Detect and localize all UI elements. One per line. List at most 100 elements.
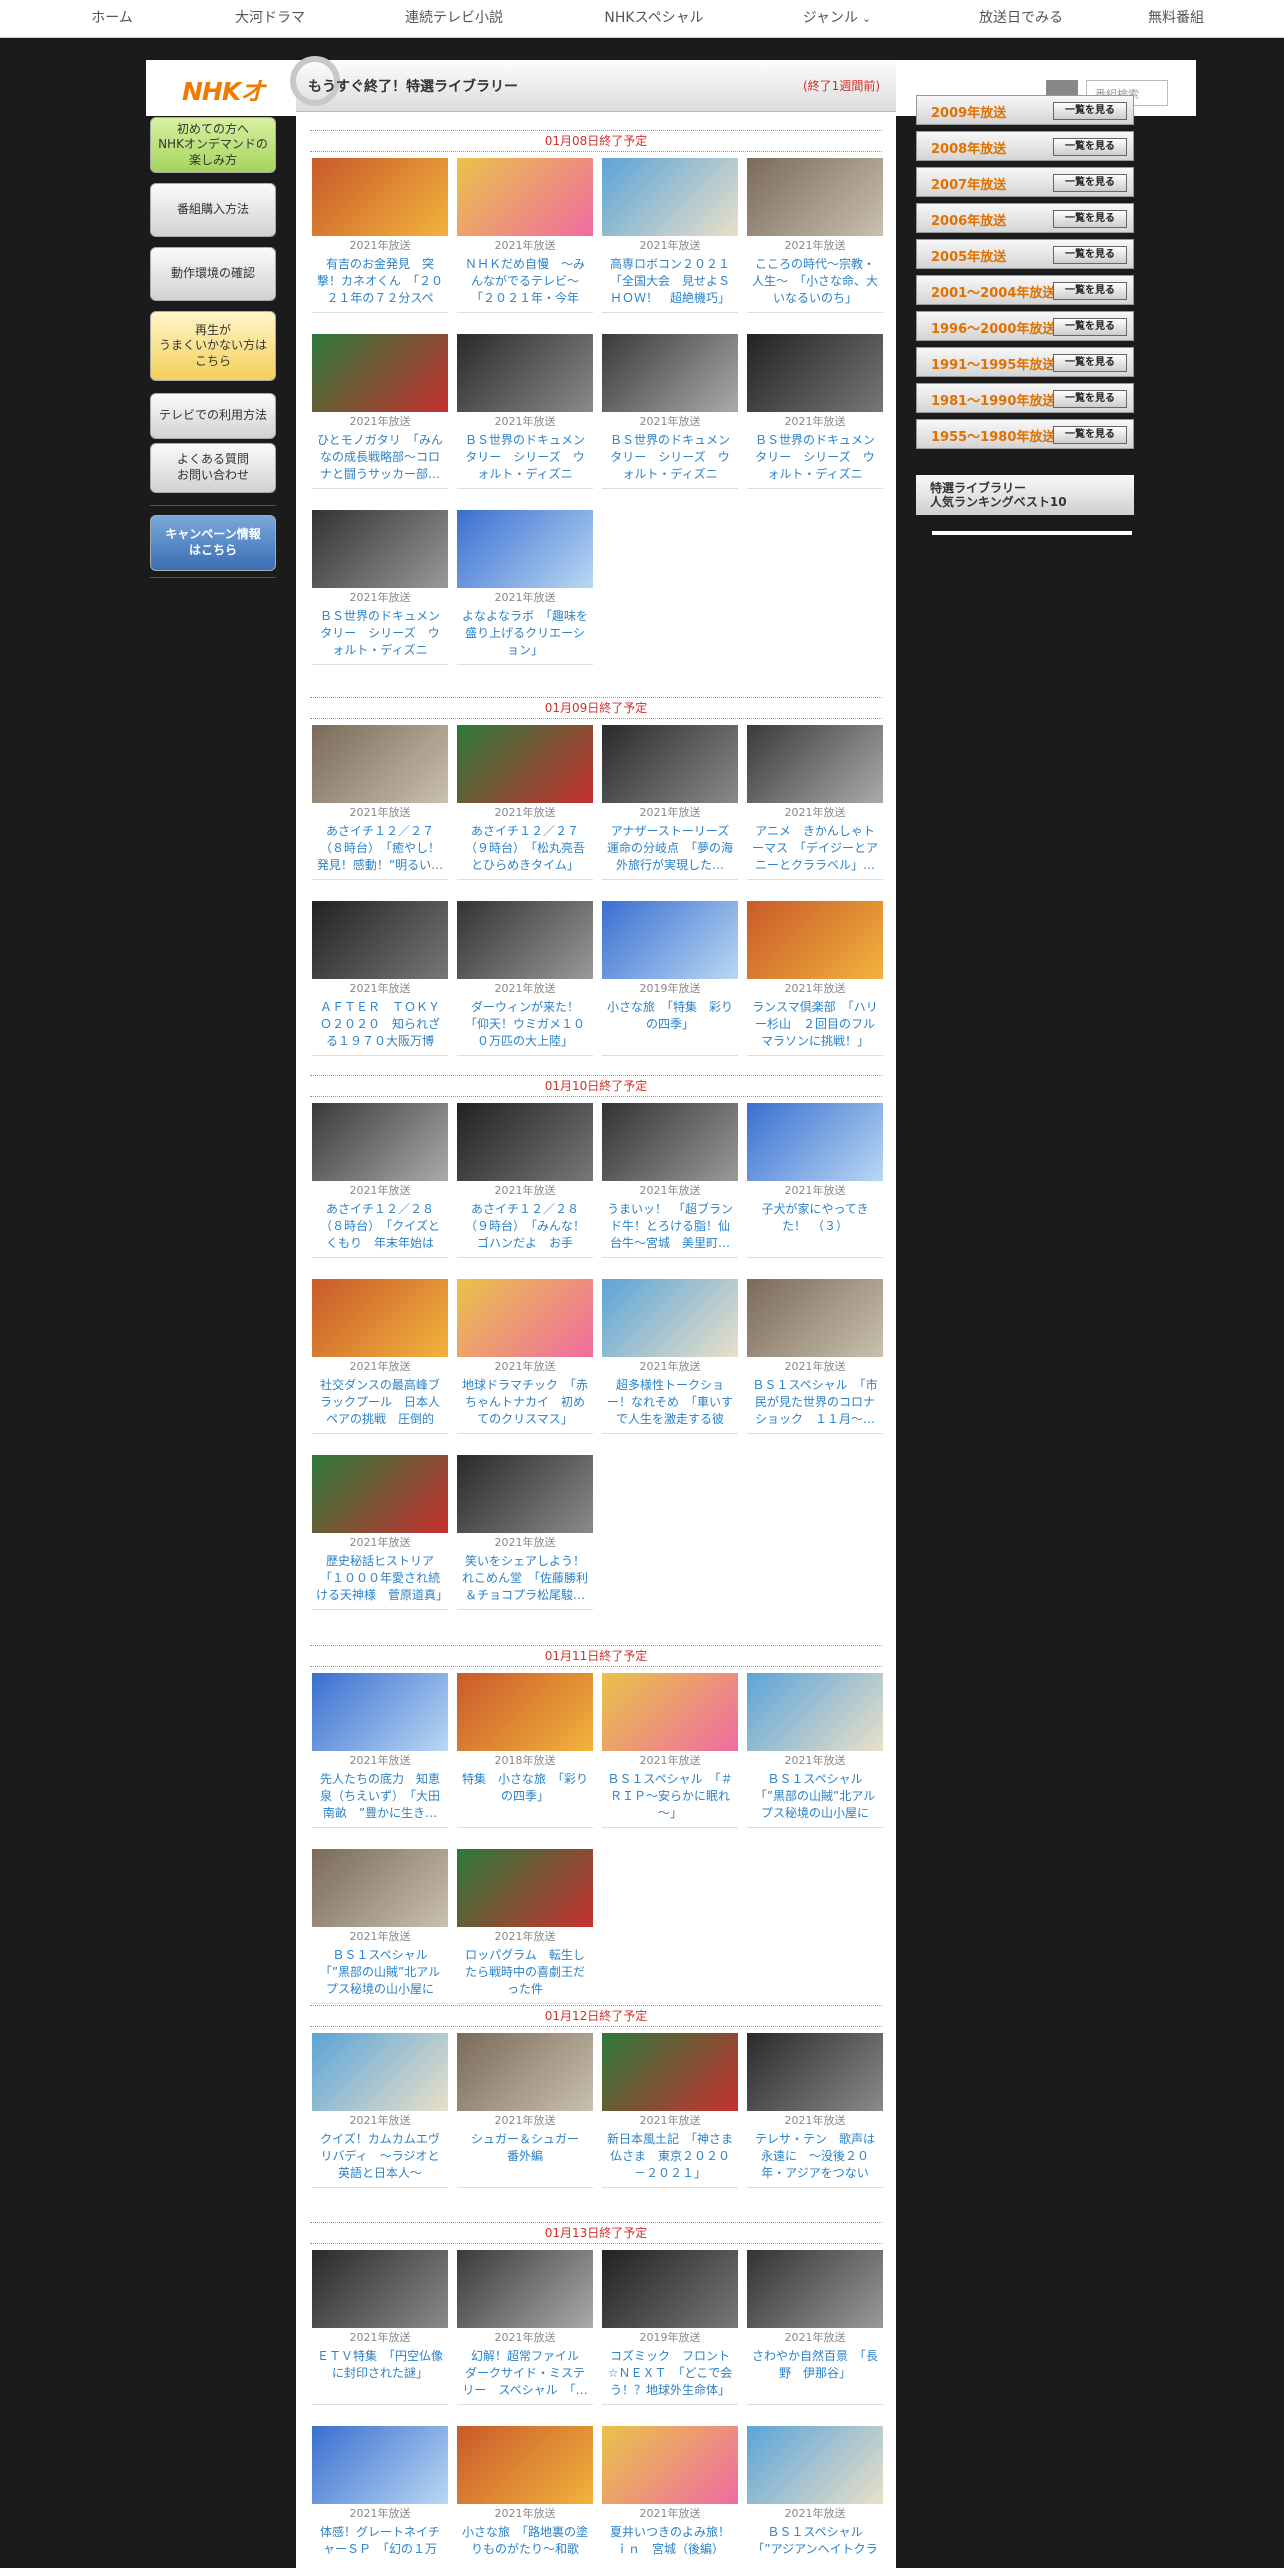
- program-thumbnail[interactable]: [457, 1849, 593, 1927]
- nhk-ondemand-logo[interactable]: NHKオ: [182, 72, 265, 108]
- program-card[interactable]: 2021年放送あさイチ１２／２８（９時台） 「みんな！ゴハンだよ お手軽！…: [457, 1103, 593, 1258]
- nav-home[interactable]: ホーム: [72, 0, 152, 36]
- program-card[interactable]: 2021年放送 ＥＴＶ特集 「円空仏像に封印された謎」: [312, 2250, 448, 2405]
- program-title-link[interactable]: あさイチ１２／２７（９時台） 「松丸亮吾とひらめきタイム」: [457, 823, 593, 875]
- program-title-link[interactable]: 小さな旅 「特集 彩りの四季」: [602, 999, 738, 1051]
- program-thumbnail[interactable]: [602, 901, 738, 979]
- year-filter-item[interactable]: 1981～1990年放送 一覧を見る: [916, 383, 1134, 413]
- program-card[interactable]: 2021年放送 ＮＨＫだめ自慢 ～みんながでるテレビ～ 「２０２１年・今年の…: [457, 158, 593, 313]
- view-list-button[interactable]: 一覧を見る: [1053, 174, 1127, 192]
- program-card[interactable]: 2021年放送 夏井いつきのよみ旅！ｉｎ 宮城（後編）: [602, 2426, 738, 2568]
- program-card[interactable]: 2021年放送 新日本風土記 「神さま仏さま 東京２０２０－２０２１」: [602, 2033, 738, 2188]
- program-thumbnail[interactable]: [747, 2250, 883, 2328]
- program-title-link[interactable]: 新日本風土記 「神さま仏さま 東京２０２０－２０２１」: [602, 2131, 738, 2183]
- year-filter-item[interactable]: 1955～1980年放送 一覧を見る: [916, 419, 1134, 449]
- program-card[interactable]: 2021年放送 ＢＳ１スペシャル 「”アジアンヘイトクラ: [747, 2426, 883, 2568]
- program-title-link[interactable]: 有吉のお金発見 突撃！カネオくん 「２０２１年の７２分スペシ…: [312, 256, 448, 308]
- program-card[interactable]: 2021年放送あさイチ１２／２８（８時台） 「クイズとくもり 年末年始は豪…: [312, 1103, 448, 1258]
- program-thumbnail[interactable]: [457, 1103, 593, 1181]
- view-list-button[interactable]: 一覧を見る: [1053, 102, 1127, 120]
- program-title-link[interactable]: ＢＳ１スペシャル 「市民が見た世界のコロナショック １１月～…: [747, 1377, 883, 1429]
- program-card[interactable]: 2021年放送社交ダンスの最高峰ブラックプール 日本人ペアの挑戦 圧倒的の…: [312, 1279, 448, 1434]
- program-thumbnail[interactable]: [747, 725, 883, 803]
- program-thumbnail[interactable]: [602, 725, 738, 803]
- program-title-link[interactable]: 体感！グレートネイチャーＳＰ 「幻の１万: [312, 2524, 448, 2568]
- program-title-link[interactable]: あさイチ１２／２７（８時台） 「癒やし！発見！感動！”明るい…: [312, 823, 448, 875]
- program-thumbnail[interactable]: [312, 158, 448, 236]
- nav-taiga-drama[interactable]: 大河ドラマ: [225, 0, 315, 36]
- program-card[interactable]: 2021年放送 アニメ きかんしゃトーマス 「デイジーとアニーとクララベル」…: [747, 725, 883, 880]
- program-thumbnail[interactable]: [457, 510, 593, 588]
- year-filter-item[interactable]: 2009年放送 一覧を見る: [916, 95, 1134, 125]
- program-thumbnail[interactable]: [457, 1279, 593, 1357]
- program-card[interactable]: 2021年放送 ＢＳ１スペシャル 「”黒部の山賊”北アルプス秘境の山小屋に生…: [747, 1673, 883, 1828]
- program-thumbnail[interactable]: [602, 1279, 738, 1357]
- program-thumbnail[interactable]: [312, 1455, 448, 1533]
- program-card[interactable]: 2021年放送 地球ドラマチック 「赤ちゃんトナカイ 初めてのクリスマス」: [457, 1279, 593, 1434]
- program-title-link[interactable]: こころの時代～宗教・人生～ 「小さな命、大いなるいのち」: [747, 256, 883, 308]
- program-title-link[interactable]: 子犬が家にやってきた！ （３）: [747, 1201, 883, 1253]
- program-title-link[interactable]: ＢＳ１スペシャル 「”アジアンヘイトクラ: [747, 2524, 883, 2568]
- program-thumbnail[interactable]: [312, 901, 448, 979]
- program-thumbnail[interactable]: [602, 334, 738, 412]
- program-thumbnail[interactable]: [312, 1279, 448, 1357]
- program-card[interactable]: 2019年放送 コズミック フロント☆ＮＥＸＴ 「どこで会う！？地球外生命体」: [602, 2250, 738, 2405]
- program-card[interactable]: 2021年放送 ＢＳ１スペシャル 「＃ＲＩＰ～安らかに眠れ～」: [602, 1673, 738, 1828]
- program-thumbnail[interactable]: [312, 510, 448, 588]
- program-card[interactable]: 2021年放送テレサ・テン 歌声は永遠に ～没後２０年・アジアをつないだ…: [747, 2033, 883, 2188]
- program-title-link[interactable]: うまいッ！ 「超ブランド牛！とろける脂！仙台牛～宮城 美里町…: [602, 1201, 738, 1253]
- year-filter-item[interactable]: 2006年放送 一覧を見る: [916, 203, 1134, 233]
- program-thumbnail[interactable]: [457, 1455, 593, 1533]
- program-title-link[interactable]: アニメ きかんしゃトーマス 「デイジーとアニーとクララベル」…: [747, 823, 883, 875]
- program-card[interactable]: 2021年放送 歴史秘話ヒストリア 「１０００年愛され続ける天神様 菅原道真」: [312, 1455, 448, 1610]
- program-thumbnail[interactable]: [312, 725, 448, 803]
- program-title-link[interactable]: テレサ・テン 歌声は永遠に ～没後２０年・アジアをつないだ…: [747, 2131, 883, 2183]
- program-title-link[interactable]: ロッパグラム 転生したら戦時中の喜劇王だった件: [457, 1947, 593, 1999]
- year-filter-item[interactable]: 2001～2004年放送 一覧を見る: [916, 275, 1134, 305]
- program-card[interactable]: 2021年放送 ランスマ倶楽部 「ハリー杉山 ２回目のフルマラソンに挑戦！」: [747, 901, 883, 1056]
- program-title-link[interactable]: クイズ！カムカムエヴリバディ ～ラジオと英語と日本人～: [312, 2131, 448, 2183]
- year-filter-item[interactable]: 2007年放送 一覧を見る: [916, 167, 1134, 197]
- program-title-link[interactable]: ＢＳ世界のドキュメンタリー シリーズ ウォルト・ディズニー …: [747, 432, 883, 484]
- purchase-method-button[interactable]: 番組購入方法: [150, 183, 276, 237]
- year-filter-item[interactable]: 1991～1995年放送 一覧を見る: [916, 347, 1134, 377]
- program-thumbnail[interactable]: [312, 2250, 448, 2328]
- program-title-link[interactable]: あさイチ１２／２８（９時台） 「みんな！ゴハンだよ お手軽！…: [457, 1201, 593, 1253]
- program-title-link[interactable]: ＢＳ世界のドキュメンタリー シリーズ ウォルト・ディズニー …: [312, 608, 448, 660]
- environment-check-button[interactable]: 動作環境の確認: [150, 247, 276, 301]
- program-card[interactable]: 2021年放送 小さな旅 「路地裏の塗りものがたり～和歌: [457, 2426, 593, 2568]
- program-card[interactable]: 2021年放送 ＢＳ１スペシャル 「”黒部の山賊”北アルプス秘境の山小屋に生…: [312, 1849, 448, 2004]
- program-card[interactable]: 2021年放送 クイズ！カムカムエヴリバディ ～ラジオと英語と日本人～: [312, 2033, 448, 2188]
- year-filter-item[interactable]: 2008年放送 一覧を見る: [916, 131, 1134, 161]
- faq-contact-button[interactable]: よくある質問 お問い合わせ: [150, 443, 276, 493]
- program-card[interactable]: 2021年放送 ＢＳ１スペシャル 「市民が見た世界のコロナショック １１月～…: [747, 1279, 883, 1434]
- program-thumbnail[interactable]: [312, 2033, 448, 2111]
- program-card[interactable]: 2021年放送 シュガー＆シュガー 番外編: [457, 2033, 593, 2188]
- program-card[interactable]: 2021年放送 高専ロボコン２０２１ 「全国大会 見せよＳＨＯＷ！ 超絶機巧」: [602, 158, 738, 313]
- program-title-link[interactable]: 歴史秘話ヒストリア 「１０００年愛され続ける天神様 菅原道真」: [312, 1553, 448, 1605]
- program-card[interactable]: 2021年放送 笑いをシェアしよう！れこめん堂 「佐藤勝利＆チョコプラ松尾駿…: [457, 1455, 593, 1610]
- program-card[interactable]: 2021年放送超多様性トークショー！なれそめ 「車いすで人生を激走する彼と…: [602, 1279, 738, 1434]
- program-thumbnail[interactable]: [747, 901, 883, 979]
- program-title-link[interactable]: ＢＳ世界のドキュメンタリー シリーズ ウォルト・ディズニー …: [457, 432, 593, 484]
- program-title-link[interactable]: ＢＳ１スペシャル 「”黒部の山賊”北アルプス秘境の山小屋に生…: [312, 1947, 448, 1999]
- program-thumbnail[interactable]: [747, 1279, 883, 1357]
- playback-help-button[interactable]: 再生が うまくいかない方は こちら: [150, 311, 276, 381]
- program-title-link[interactable]: 社交ダンスの最高峰ブラックプール 日本人ペアの挑戦 圧倒的の…: [312, 1377, 448, 1429]
- program-thumbnail[interactable]: [602, 2426, 738, 2504]
- program-card[interactable]: 2021年放送 ＢＳ世界のドキュメンタリー シリーズ ウォルト・ディズニー …: [602, 334, 738, 489]
- program-card[interactable]: 2021年放送 こころの時代～宗教・人生～ 「小さな命、大いなるいのち」: [747, 158, 883, 313]
- program-card[interactable]: 2021年放送 さわやか自然百景 「長野 伊那谷」: [747, 2250, 883, 2405]
- program-title-link[interactable]: 笑いをシェアしよう！れこめん堂 「佐藤勝利＆チョコプラ松尾駿…: [457, 1553, 593, 1605]
- view-list-button[interactable]: 一覧を見る: [1053, 318, 1127, 336]
- program-title-link[interactable]: ＢＳ世界のドキュメンタリー シリーズ ウォルト・ディズニー …: [602, 432, 738, 484]
- program-title-link[interactable]: ダーウィンが来た！「仰天！ウミガメ１００万匹の大上陸」: [457, 999, 593, 1051]
- program-card[interactable]: 2021年放送 幻解！超常ファイル ダークサイド・ミステリー スペシャル 「…: [457, 2250, 593, 2405]
- nav-nhk-special[interactable]: NHKスペシャル: [594, 0, 714, 36]
- program-card[interactable]: 2021年放送 あさイチ１２／２７（９時台） 「松丸亮吾とひらめきタイム」: [457, 725, 593, 880]
- program-thumbnail[interactable]: [457, 1673, 593, 1751]
- program-thumbnail[interactable]: [602, 2250, 738, 2328]
- program-thumbnail[interactable]: [312, 2426, 448, 2504]
- view-list-button[interactable]: 一覧を見る: [1053, 390, 1127, 408]
- program-title-link[interactable]: 特集 小さな旅 「彩りの四季」: [457, 1771, 593, 1823]
